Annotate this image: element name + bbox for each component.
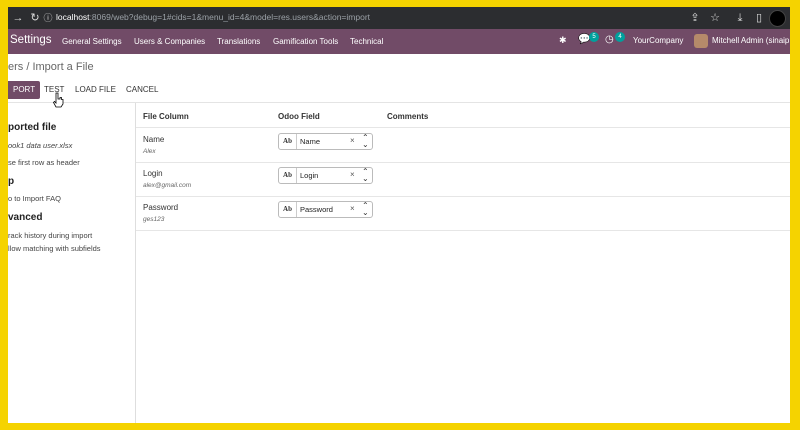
menu-translations[interactable]: Translations <box>217 37 260 46</box>
company-switcher[interactable]: YourCompany <box>633 36 683 45</box>
use-header-row-option[interactable]: se first row as header <box>8 158 80 167</box>
field-select-value: Password <box>300 205 333 214</box>
odoo-field-select[interactable]: Ab Name × ⌃ ⌄ <box>278 133 373 150</box>
url-host: localhost <box>56 12 90 22</box>
import-sidebar: ported file ook1 data user.xlsx se first… <box>8 103 136 423</box>
clear-icon[interactable]: × <box>350 204 355 213</box>
field-type-icon: Ab <box>279 168 297 183</box>
download-icon[interactable]: ⤓ <box>733 11 747 25</box>
row-divider <box>136 196 790 197</box>
file-column-name: Login <box>143 169 163 178</box>
allow-matching-option[interactable]: llow matching with subfields <box>8 244 101 253</box>
up-down-caret-icon[interactable]: ⌃ ⌄ <box>362 202 369 217</box>
site-info-icon[interactable]: ⓘ <box>41 11 55 25</box>
breadcrumb: ers / Import a File <box>8 61 94 73</box>
activities-clock-icon[interactable]: ◷ <box>605 34 614 45</box>
import-faq-link[interactable]: o to Import FAQ <box>8 194 61 203</box>
odoo-field-select[interactable]: Ab Login × ⌃ ⌄ <box>278 167 373 184</box>
sidepanel-icon[interactable]: ▯ <box>752 11 766 25</box>
row-divider <box>136 162 790 163</box>
import-button[interactable]: PORT <box>8 81 41 99</box>
up-down-caret-icon[interactable]: ⌃ ⌄ <box>362 168 369 183</box>
hand-cursor-icon <box>53 92 64 108</box>
up-down-caret-icon[interactable]: ⌃ ⌄ <box>362 134 369 149</box>
odoo-field-header: Odoo Field <box>278 112 320 121</box>
file-column-name: Name <box>143 135 165 144</box>
file-column-sample: alex@gmail.com <box>143 182 192 189</box>
bookmark-star-icon[interactable]: ☆ <box>708 11 722 25</box>
url-path: :8069/web?debug=1#cids=1&menu_id=4&model… <box>89 12 371 22</box>
comments-header: Comments <box>387 112 429 121</box>
field-type-icon: Ab <box>279 202 297 217</box>
odoo-navbar: Settings General Settings Users & Compan… <box>8 29 790 54</box>
imported-file-name: ook1 data user.xlsx <box>8 141 73 150</box>
file-column-sample: Alex <box>143 148 156 155</box>
menu-general-settings[interactable]: General Settings <box>62 37 122 46</box>
forward-icon[interactable]: → <box>11 11 25 25</box>
menu-technical[interactable]: Technical <box>350 37 383 46</box>
user-menu[interactable]: Mitchell Admin (sinaip <box>712 36 789 45</box>
share-icon[interactable]: ⇪ <box>688 11 702 25</box>
menu-users-companies[interactable]: Users & Companies <box>134 37 205 46</box>
field-select-value: Login <box>300 171 319 180</box>
address-bar[interactable]: localhost:8069/web?debug=1#cids=1&menu_i… <box>56 12 370 22</box>
load-file-button[interactable]: LOAD FILE <box>70 81 121 99</box>
browser-toolbar: → ↻ ⓘ localhost:8069/web?debug=1#cids=1&… <box>8 7 790 29</box>
field-select-value: Name <box>300 137 321 146</box>
clear-icon[interactable]: × <box>350 170 355 179</box>
user-avatar[interactable] <box>694 34 708 48</box>
messages-badge: 5 <box>589 32 599 42</box>
odoo-field-select[interactable]: Ab Password × ⌃ ⌄ <box>278 201 373 218</box>
field-type-icon: Ab <box>279 134 297 149</box>
app-name[interactable]: Settings <box>10 34 52 46</box>
screen-frame: → ↻ ⓘ localhost:8069/web?debug=1#cids=1&… <box>8 7 790 423</box>
track-history-option[interactable]: rack history during import <box>8 231 92 240</box>
row-divider <box>136 230 790 231</box>
activities-badge: 4 <box>615 32 625 42</box>
file-column-header: File Column <box>143 112 189 121</box>
reload-icon[interactable]: ↻ <box>28 11 42 25</box>
profile-avatar[interactable] <box>769 10 786 27</box>
cancel-button[interactable]: CANCEL <box>121 81 163 99</box>
file-column-name: Password <box>143 203 179 212</box>
header-divider <box>136 127 790 128</box>
file-column-sample: ges123 <box>143 216 165 223</box>
clear-icon[interactable]: × <box>350 136 355 145</box>
imported-file-heading: ported file <box>8 122 57 133</box>
menu-gamification-tools[interactable]: Gamification Tools <box>273 37 338 46</box>
advanced-heading: vanced <box>8 212 43 223</box>
debug-bug-icon[interactable]: ✱ <box>559 35 567 46</box>
help-heading: p <box>8 176 15 187</box>
